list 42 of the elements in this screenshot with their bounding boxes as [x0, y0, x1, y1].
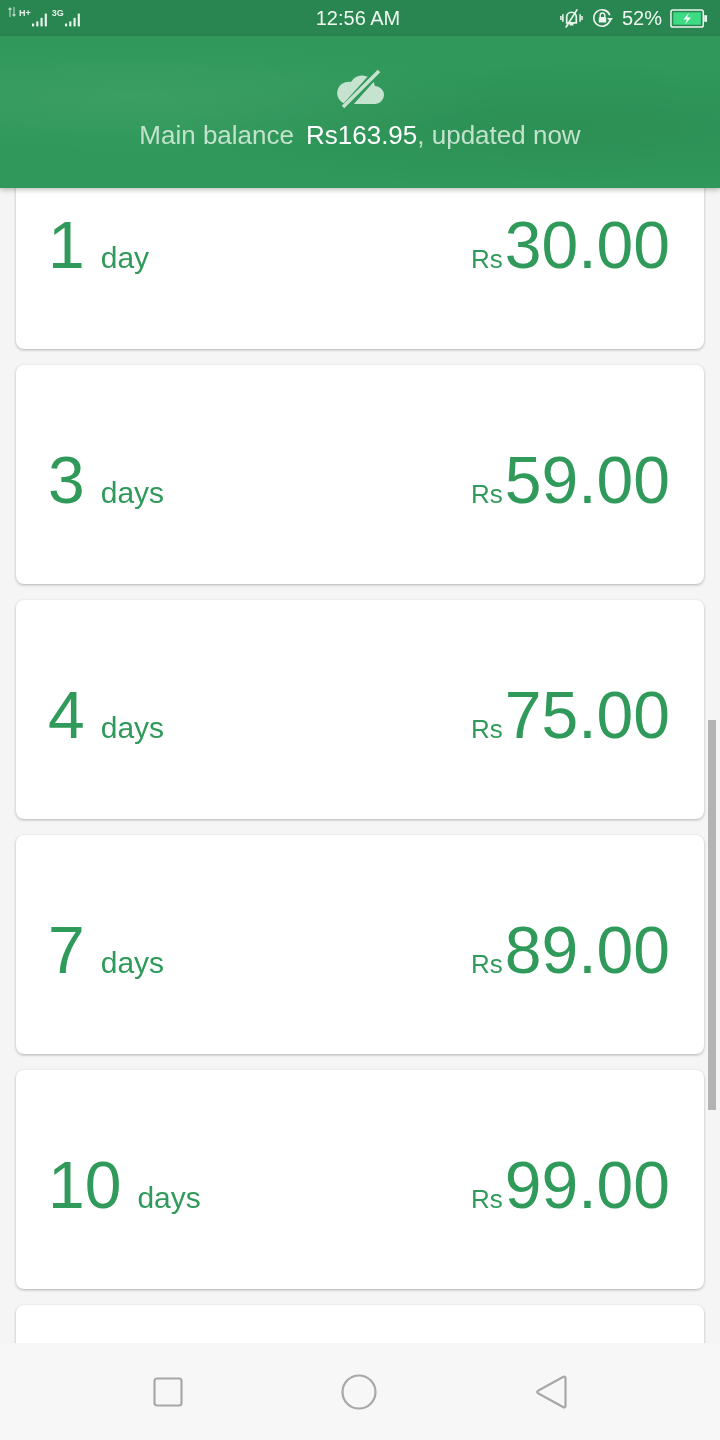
duration-unit: days: [100, 712, 165, 743]
vibrate-off-icon: [559, 7, 583, 29]
plan-card[interactable]: 4 days Rs 75.00: [16, 600, 704, 819]
currency-symbol: Rs: [471, 1185, 503, 1212]
duration-unit: days: [100, 477, 165, 508]
duration-unit: days: [137, 1182, 201, 1213]
network-type-label: H+: [19, 9, 31, 18]
battery-charging-icon: [670, 8, 708, 28]
currency-symbol: Rs: [471, 245, 503, 272]
plan-duration: 4: [48, 681, 85, 748]
plan-price: 75.00: [504, 681, 670, 748]
data-activity-icon: [8, 7, 16, 17]
signal-icon: [64, 11, 82, 29]
plan-duration: 10: [48, 1151, 122, 1218]
balance-status: , updated now: [417, 120, 581, 151]
plan-price: 89.00: [504, 916, 670, 983]
plan-card[interactable]: 1 day Rs30.00: [16, 188, 704, 349]
duration-unit: days: [100, 947, 165, 978]
currency-symbol: Rs: [471, 715, 503, 742]
currency-symbol: Rs: [471, 480, 503, 507]
back-icon[interactable]: [535, 1373, 567, 1410]
plan-card[interactable]: 10 days Rs 99.00: [16, 1070, 704, 1289]
plan-price: 59.00: [504, 446, 670, 513]
status-time: 12:56 AM: [315, 6, 401, 30]
plan-card[interactable]: 7 days Rs89.00: [16, 835, 704, 1054]
duration-unit: day: [100, 242, 150, 273]
balance-amount: Rs163.95: [306, 120, 418, 151]
plan-price: 99.00: [504, 1151, 670, 1218]
currency-symbol: Rs: [471, 950, 503, 977]
plan-duration: 3: [48, 446, 85, 513]
signal-icon: [31, 11, 49, 29]
recent-apps-icon[interactable]: [153, 1376, 183, 1407]
balance-label: Main balance: [139, 120, 294, 151]
cloud-off-icon: [335, 70, 385, 108]
plan-price: 30.00: [504, 211, 670, 278]
rotation-lock-icon: [590, 7, 614, 29]
battery-percentage: 52%: [621, 6, 662, 30]
plan-duration: 1: [48, 211, 85, 278]
network-type-label: 3G: [51, 9, 64, 18]
plan-duration: 7: [48, 916, 85, 983]
home-icon[interactable]: [341, 1373, 377, 1410]
plan-card[interactable]: 3 days Rs59.00: [16, 365, 704, 584]
